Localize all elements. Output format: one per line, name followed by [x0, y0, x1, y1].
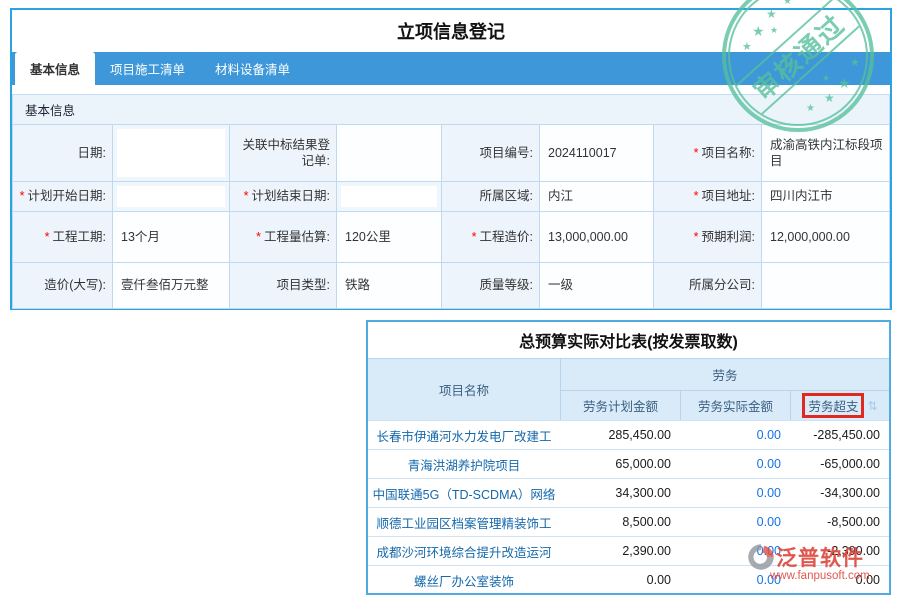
project-cost-field[interactable]: 13,000,000.00 — [540, 211, 654, 262]
table-row: 成都沙河环境综合提升改造运河 2,390.00 0.00 -2,390.00 — [368, 536, 889, 565]
comparison-table-title: 总预算实际对比表(按发票取数) — [368, 322, 889, 358]
form-row: *工程工期: 13个月 *工程量估算: 120公里 *工程造价: 13,000,… — [12, 211, 890, 262]
project-name-field[interactable]: 成渝高铁内江标段项目 — [762, 124, 889, 181]
date-field[interactable] — [113, 124, 230, 181]
form-row: *计划开始日期: *计划结束日期: 所属区域: 内江 *项目地址: 四川内江市 — [12, 181, 890, 211]
project-link[interactable]: 螺丝厂办公室装饰 — [368, 565, 560, 594]
quantity-estimate-label: *工程量估算: — [230, 211, 337, 262]
plan-amount-cell: 285,450.00 — [560, 420, 680, 449]
required-marker: * — [256, 229, 261, 245]
header-labor-actual-amount[interactable]: 劳务实际金额 — [680, 390, 790, 420]
plan-amount-cell: 8,500.00 — [560, 507, 680, 536]
spacer — [12, 85, 890, 94]
required-marker: * — [694, 188, 699, 204]
required-marker: * — [694, 145, 699, 161]
plan-amount-cell: 34,300.00 — [560, 478, 680, 507]
project-link[interactable]: 中国联通5G（TD-SCDMA）网络 — [368, 478, 560, 507]
project-registration-form: 立项信息登记 基本信息 项目施工清单 材料设备清单 基本信息 日期: 关联中标结… — [10, 8, 892, 310]
star-icon: ★ — [783, 0, 792, 7]
sort-icon[interactable]: ⇅ — [867, 399, 877, 413]
project-type-label: 项目类型: — [230, 262, 337, 308]
form-row: 日期: 关联中标结果登记单: 项目编号: 2024110017 *项目名称: 成… — [12, 124, 890, 181]
plan-amount-cell: 0.00 — [560, 565, 680, 594]
budget-comparison-table: 总预算实际对比表(按发票取数) 项目名称 劳务 劳务计划金额 劳务实际金额 劳务… — [366, 320, 891, 595]
actual-amount-cell: 0.00 — [680, 420, 790, 449]
quantity-estimate-field[interactable]: 120公里 — [337, 211, 442, 262]
header-labor-group: 劳务 — [560, 358, 889, 390]
expected-profit-field[interactable]: 12,000,000.00 — [762, 211, 889, 262]
plan-start-date-field[interactable] — [113, 181, 230, 211]
expected-profit-label: *预期利润: — [654, 211, 762, 262]
quality-grade-label: 质量等级: — [442, 262, 540, 308]
section-header-basic-info: 基本信息 — [12, 94, 890, 124]
overrun-cell: 0.00 — [790, 565, 889, 594]
project-link[interactable]: 成都沙河环境综合提升改造运河 — [368, 536, 560, 565]
header-project-name: 项目名称 — [368, 358, 560, 420]
branch-company-field[interactable] — [762, 262, 889, 308]
project-name-label: *项目名称: — [654, 124, 762, 181]
plan-start-date-label: *计划开始日期: — [13, 181, 113, 211]
required-marker: * — [472, 229, 477, 245]
form-row: 造价(大写): 壹仟叁佰万元整 项目类型: 铁路 质量等级: 一级 所属分公司: — [12, 262, 890, 309]
project-link[interactable]: 青海洪湖养护院项目 — [368, 449, 560, 478]
overrun-cell: -65,000.00 — [790, 449, 889, 478]
plan-end-date-field[interactable] — [337, 181, 442, 211]
table-row: 螺丝厂办公室装饰 0.00 0.00 0.00 — [368, 565, 889, 594]
date-input[interactable] — [117, 129, 225, 177]
project-type-field[interactable]: 铁路 — [337, 262, 442, 308]
plan-end-date-label: *计划结束日期: — [230, 181, 337, 211]
project-duration-label: *工程工期: — [13, 211, 113, 262]
project-link[interactable]: 顺德工业园区档案管理精装饰工 — [368, 507, 560, 536]
table-row: 中国联通5G（TD-SCDMA）网络 34,300.00 0.00 -34,30… — [368, 478, 889, 507]
linked-bid-result-field[interactable] — [337, 124, 442, 181]
required-marker: * — [244, 188, 249, 204]
actual-amount-cell: 0.00 — [680, 449, 790, 478]
required-marker: * — [694, 229, 699, 245]
actual-amount-cell: 0.00 — [680, 478, 790, 507]
cost-in-words-label: 造价(大写): — [13, 262, 113, 308]
plan-amount-cell: 2,390.00 — [560, 536, 680, 565]
plan-start-date-input[interactable] — [117, 186, 225, 207]
region-field[interactable]: 内江 — [540, 181, 654, 211]
tab-bar: 基本信息 项目施工清单 材料设备清单 — [12, 52, 890, 85]
tab-material-equipment-list[interactable]: 材料设备清单 — [200, 52, 305, 85]
tab-basic-info[interactable]: 基本信息 — [15, 52, 95, 85]
project-link[interactable]: 长春市伊通河水力发电厂改建工 — [368, 420, 560, 449]
region-label: 所属区域: — [442, 181, 540, 211]
comparison-table-header: 项目名称 劳务 劳务计划金额 劳务实际金额 劳务超支 ⇅ — [368, 358, 889, 420]
project-address-label: *项目地址: — [654, 181, 762, 211]
table-row: 长春市伊通河水力发电厂改建工 285,450.00 0.00 -285,450.… — [368, 420, 889, 449]
table-row: 青海洪湖养护院项目 65,000.00 0.00 -65,000.00 — [368, 449, 889, 478]
page-title: 立项信息登记 — [12, 10, 890, 52]
overrun-cell: -8,500.00 — [790, 507, 889, 536]
overrun-cell: -34,300.00 — [790, 478, 889, 507]
required-marker: * — [45, 229, 50, 245]
project-number-field[interactable]: 2024110017 — [540, 124, 654, 181]
tab-construction-list[interactable]: 项目施工清单 — [95, 52, 200, 85]
actual-amount-cell: 0.00 — [680, 565, 790, 594]
project-duration-field[interactable]: 13个月 — [113, 211, 230, 262]
required-marker: * — [20, 188, 25, 204]
branch-company-label: 所属分公司: — [654, 262, 762, 308]
actual-amount-cell: 0.00 — [680, 507, 790, 536]
date-label: 日期: — [13, 124, 113, 181]
labor-overrun-highlight[interactable]: 劳务超支 — [802, 393, 864, 418]
plan-end-date-input[interactable] — [341, 186, 437, 207]
quality-grade-field[interactable]: 一级 — [540, 262, 654, 308]
project-cost-label: *工程造价: — [442, 211, 540, 262]
overrun-cell: -285,450.00 — [790, 420, 889, 449]
linked-bid-result-label: 关联中标结果登记单: — [230, 124, 337, 181]
plan-amount-cell: 65,000.00 — [560, 449, 680, 478]
cost-in-words-field[interactable]: 壹仟叁佰万元整 — [113, 262, 230, 308]
actual-amount-cell: 0.00 — [680, 536, 790, 565]
header-labor-overrun[interactable]: 劳务超支 ⇅ — [790, 390, 889, 420]
overrun-cell: -2,390.00 — [790, 536, 889, 565]
header-labor-plan-amount[interactable]: 劳务计划金额 — [560, 390, 680, 420]
table-row: 顺德工业园区档案管理精装饰工 8,500.00 0.00 -8,500.00 — [368, 507, 889, 536]
project-number-label: 项目编号: — [442, 124, 540, 181]
project-address-field[interactable]: 四川内江市 — [762, 181, 889, 211]
